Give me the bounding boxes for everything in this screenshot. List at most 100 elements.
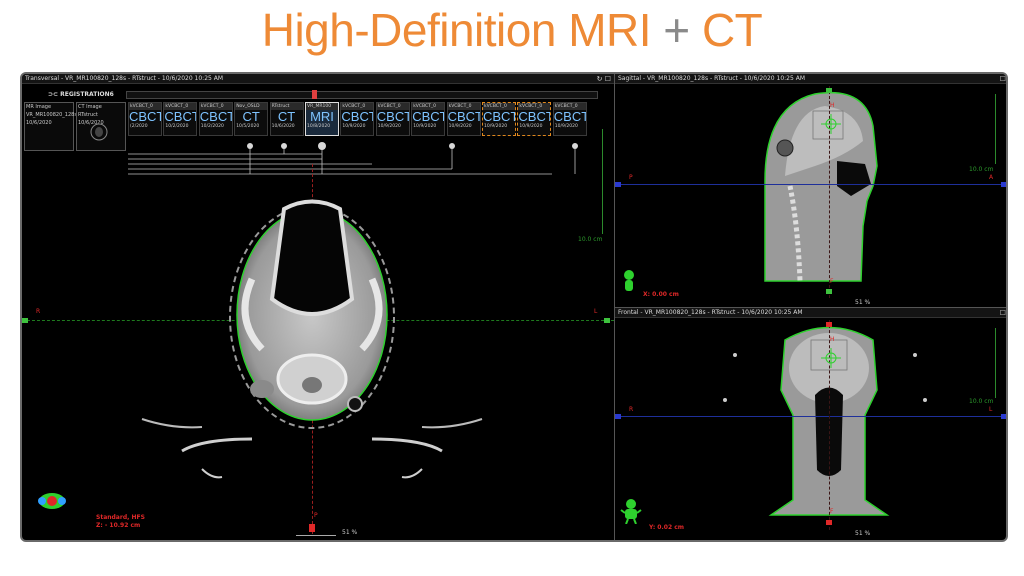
title-mri-text: High-Definition MRI	[261, 4, 652, 56]
series-tile-date: 10/9/2020	[342, 124, 366, 129]
series-tile-date: 10/9/2020	[448, 124, 472, 129]
frontal-zoom-level: 51 %	[855, 530, 871, 537]
sagittal-target-icon	[821, 114, 841, 134]
sagittal-horizontal-line	[615, 184, 1006, 185]
series-tile-modality: CT	[277, 109, 296, 124]
slide-title: High-Definition MRI + CT	[0, 2, 1024, 58]
series-tile-modality: CT	[242, 109, 260, 124]
patient-orientation-icon[interactable]	[32, 489, 72, 513]
series-tile[interactable]: VR_MR100 MRI 10/8/2020	[305, 102, 339, 136]
sagittal-title: Sagittal - VR_MR100820_128s - RTstruct -…	[618, 75, 806, 82]
sagittal-top-handle[interactable]	[826, 88, 832, 93]
series-tile-date: 10/5/2020	[236, 124, 260, 129]
title-ct-text: CT	[701, 4, 763, 56]
series-tile[interactable]: kVCBCT_0 CBCT 10/9/2020	[411, 102, 446, 136]
sagittal-orientation-right: A	[989, 174, 994, 181]
series-tile-modality: CBCT	[518, 109, 552, 124]
series-tile[interactable]: kVCBCT_0 CBCT (2/2020	[128, 102, 162, 136]
frontal-bottom-handle[interactable]	[826, 520, 832, 525]
frontal-orientation-top: H	[830, 336, 835, 343]
series-tile-date: 10/2/2020	[165, 124, 189, 129]
zoom-slider[interactable]	[296, 530, 336, 536]
series-tile-modality: CBCT	[129, 109, 162, 124]
sagittal-orientation-bottom: F	[830, 278, 834, 285]
frontal-target-icon	[821, 348, 841, 368]
series-tile[interactable]: Nov_OSLD CT 10/5/2020	[234, 102, 269, 136]
sagittal-patient-icon[interactable]	[621, 269, 637, 293]
timeline-marker[interactable]	[312, 90, 317, 99]
series-tile[interactable]: RTstruct CT 10/6/2020	[269, 102, 304, 136]
series-tile-date: (2/2020	[130, 124, 148, 129]
thumb-line1: MR Image	[26, 104, 52, 110]
frontal-header: Frontal - VR_MR100820_128s - RTstruct - …	[615, 308, 1006, 318]
z-coordinate: Z: - 10.92 cm	[96, 522, 141, 529]
sagittal-left-handle[interactable]	[615, 182, 621, 187]
sagittal-view[interactable]: Sagittal - VR_MR100820_128s - RTstruct -…	[614, 74, 1006, 308]
sagittal-header: Sagittal - VR_MR100820_128s - RTstruct -…	[615, 74, 1006, 84]
orientation-standard: Standard, HFS	[96, 514, 145, 521]
thumb-line2: VR_MR100820_128s	[26, 112, 77, 118]
series-tile-modality: CBCT	[412, 109, 446, 124]
frontal-patient-icon[interactable]	[619, 498, 643, 524]
viewer-window: Transversal - VR_MR100820_128s - RTstruc…	[20, 72, 1008, 542]
registration-connectors	[128, 142, 578, 175]
thumb-line2: RTstruct	[78, 112, 98, 118]
series-tile-date: 10/9/2020	[484, 124, 508, 129]
axial-scan-image	[141, 199, 483, 479]
frontal-title: Frontal - VR_MR100820_128s - RTstruct - …	[618, 309, 803, 316]
sagittal-scale-label: 10.0 cm	[969, 166, 994, 173]
transversal-view[interactable]: Transversal - VR_MR100820_128s - RTstruc…	[22, 74, 614, 540]
series-tile[interactable]: kVCBCT_0 CBCT 10/9/2020	[517, 102, 552, 136]
series-tile[interactable]: kVCBCT_0 CBCT 10/9/2020	[552, 102, 587, 136]
frontal-orientation-left: R	[629, 406, 634, 413]
series-tile[interactable]: kVCBCT_0 CBCT 10/9/2020	[375, 102, 410, 136]
sagittal-orientation-left: P	[629, 174, 633, 181]
series-tile[interactable]: kVCBCT_0 CBCT 10/9/2020	[340, 102, 375, 136]
series-tile-modality: CBCT	[553, 109, 587, 124]
frontal-scan-image	[723, 326, 927, 516]
transversal-window-controls[interactable]: ↻ ☐	[597, 74, 611, 84]
sagittal-bottom-handle[interactable]	[826, 289, 832, 294]
series-tile-modality: CBCT	[447, 109, 481, 124]
thumb-line3: 10/6/2020	[26, 120, 52, 126]
series-tile[interactable]: kVCBCT_0 CBCT 10/2/2020	[163, 102, 198, 136]
sagittal-window-controls[interactable]: ☐	[1000, 74, 1006, 84]
series-tile-date: 10/9/2020	[519, 124, 543, 129]
title-plus-text: +	[663, 4, 690, 56]
series-tile-date: 10/9/2020	[413, 124, 437, 129]
frontal-horizontal-line	[615, 416, 1006, 417]
orientation-bottom: P	[314, 512, 318, 519]
thumb-line1: CT Image	[78, 104, 102, 110]
frontal-orientation-right: L	[989, 406, 993, 413]
series-tile[interactable]: kVCBCT_0 CBCT 10/9/2020	[446, 102, 481, 136]
frontal-scale-ruler	[995, 328, 996, 398]
series-tile-modality: CBCT	[341, 109, 375, 124]
series-tile-date: 10/2/2020	[200, 124, 224, 129]
frontal-left-handle[interactable]	[615, 414, 621, 419]
series-tile-date: 10/9/2020	[554, 124, 578, 129]
sagittal-scan-image	[764, 91, 878, 282]
series-tile-modality: CBCT	[483, 109, 516, 124]
sagittal-zoom-level: 51 %	[855, 299, 871, 306]
series-tile-date: 10/9/2020	[377, 124, 401, 129]
sagittal-scale-ruler	[995, 94, 996, 164]
frontal-top-handle[interactable]	[826, 322, 832, 327]
series-tile[interactable]: kVCBCT_0 CBCT 10/9/2020	[482, 102, 516, 136]
series-tile[interactable]: kVCBCT_0 CBCT 10/2/2020	[198, 102, 233, 136]
frontal-view[interactable]: Frontal - VR_MR100820_128s - RTstruct - …	[614, 308, 1006, 540]
series-tile-modality: CBCT	[376, 109, 410, 124]
frontal-scale-label: 10.0 cm	[969, 398, 994, 405]
frontal-orientation-bottom: F	[830, 508, 834, 515]
sagittal-orientation-top: H	[830, 102, 835, 109]
series-tile-modality: MRI	[310, 109, 334, 124]
frontal-right-handle[interactable]	[1001, 414, 1006, 419]
series-tile-modality: CBCT	[199, 109, 233, 124]
transversal-header: Transversal - VR_MR100820_128s - RTstruc…	[22, 74, 614, 84]
frontal-window-controls[interactable]: ☐	[1000, 308, 1006, 318]
timeline-bar[interactable]	[126, 90, 598, 99]
series-tile-date: 10/8/2020	[307, 124, 331, 129]
sagittal-right-handle[interactable]	[1001, 182, 1006, 187]
series-tile-date: 10/6/2020	[271, 124, 295, 129]
series-tile-modality: CBCT	[164, 109, 198, 124]
registration-label[interactable]: ⊃⊂ REGISTRATION6	[48, 91, 114, 98]
